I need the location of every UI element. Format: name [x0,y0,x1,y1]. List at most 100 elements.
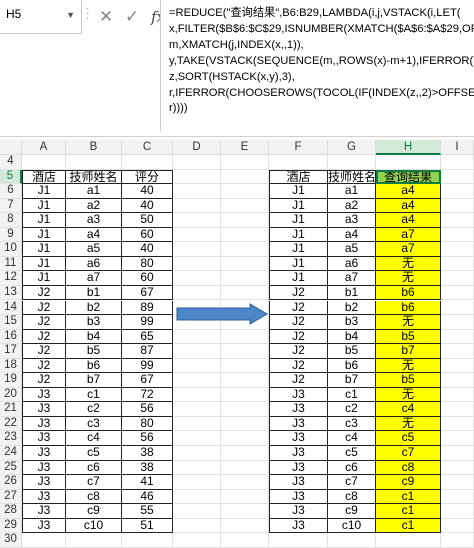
right-table-cell[interactable]: a5 [328,242,376,257]
column-header-f[interactable]: F [269,140,328,155]
left-table-cell[interactable]: 38 [122,460,173,476]
row-header-15[interactable]: 15 [0,315,22,330]
right-table-cell[interactable]: c2 [328,402,376,417]
right-table-cell[interactable]: J1 [269,242,328,257]
left-table-cell[interactable]: 67 [122,285,173,301]
left-table-cell[interactable]: J1 [22,271,66,286]
row-header-24[interactable]: 24 [0,446,22,461]
right-table-cell[interactable]: c7 [328,475,376,490]
right-table-cell[interactable]: J3 [269,431,328,446]
cell[interactable] [221,373,269,388]
column-header-b[interactable]: B [66,140,122,155]
left-table-cell[interactable]: a5 [66,242,122,257]
cell[interactable] [122,533,173,548]
left-table-cell[interactable]: J1 [22,213,66,228]
cell[interactable] [173,402,221,417]
row-header-19[interactable]: 19 [0,373,22,388]
left-table-cell[interactable]: J2 [22,315,66,330]
cell[interactable] [173,475,221,490]
cell[interactable] [173,285,221,301]
left-table-cell[interactable]: J3 [22,518,66,534]
left-table-cell[interactable]: 87 [122,344,173,359]
right-table-cell[interactable]: c1 [376,489,441,505]
cell[interactable] [221,155,269,170]
left-table-cell[interactable]: 99 [122,358,173,374]
left-table-cell[interactable]: b1 [66,285,122,301]
cell[interactable] [173,358,221,374]
cell[interactable] [173,227,221,243]
right-table-cell[interactable]: c4 [376,402,441,417]
left-table-cell[interactable]: J3 [22,387,66,403]
right-table-cell[interactable]: b5 [376,329,441,345]
left-table-cell[interactable]: 67 [122,373,173,388]
cell[interactable] [221,518,269,534]
cell[interactable] [221,271,269,286]
row-header-6[interactable]: 6 [0,184,22,199]
left-table-cell[interactable]: 56 [122,431,173,446]
right-table-cell[interactable]: c4 [328,431,376,446]
row-header-14[interactable]: 14 [0,300,22,316]
cell[interactable] [221,431,269,446]
column-header-d[interactable]: D [173,140,221,155]
cell[interactable] [221,358,269,374]
left-table-cell[interactable]: 72 [122,387,173,403]
cell[interactable] [173,431,221,446]
left-table-cell[interactable]: b3 [66,315,122,330]
cell[interactable] [441,315,474,330]
left-table-cell[interactable]: 46 [122,489,173,505]
right-table-cell[interactable]: a3 [328,213,376,228]
left-table-cell[interactable]: 56 [122,402,173,417]
right-table-cell[interactable]: a1 [328,184,376,199]
left-header-cell[interactable]: 技师姓名 [66,169,122,185]
cell[interactable] [173,446,221,461]
right-table-cell[interactable]: b6 [376,285,441,301]
right-table-cell[interactable]: c1 [328,387,376,403]
right-table-cell[interactable]: a7 [328,271,376,286]
cell[interactable] [441,504,474,519]
row-header-22[interactable]: 22 [0,416,22,432]
right-header-cell[interactable]: 酒店 [269,169,328,185]
left-header-cell[interactable]: 评分 [122,169,173,185]
cell[interactable] [441,489,474,505]
cell[interactable] [376,533,441,548]
cell[interactable] [66,155,122,170]
cell[interactable] [441,285,474,301]
left-table-cell[interactable]: J2 [22,329,66,345]
row-header-8[interactable]: 8 [0,213,22,228]
right-table-cell[interactable]: a2 [328,198,376,214]
right-table-cell[interactable]: c7 [376,446,441,461]
right-header-cell[interactable]: 技师姓名 [328,169,376,185]
left-table-cell[interactable]: b5 [66,344,122,359]
cell[interactable] [221,184,269,199]
right-table-cell[interactable]: 无 [376,416,441,432]
row-header-5[interactable]: 5 [0,169,22,185]
right-table-cell[interactable]: J1 [269,227,328,243]
cell[interactable] [22,155,66,170]
left-table-cell[interactable]: c3 [66,416,122,432]
left-table-cell[interactable]: c7 [66,475,122,490]
cancel-icon[interactable]: ✕ [96,7,116,27]
right-table-cell[interactable]: b7 [328,373,376,388]
cell[interactable] [441,518,474,534]
column-header-e[interactable]: E [221,140,269,155]
cell[interactable] [173,373,221,388]
left-table-cell[interactable]: c10 [66,518,122,534]
column-header-c[interactable]: C [122,140,173,155]
cell[interactable] [221,489,269,505]
cell[interactable] [173,518,221,534]
cell[interactable] [221,402,269,417]
left-table-cell[interactable]: a6 [66,256,122,272]
right-table-cell[interactable]: 无 [376,271,441,286]
left-table-cell[interactable]: c1 [66,387,122,403]
cell[interactable] [221,198,269,214]
select-all-corner[interactable] [0,140,22,155]
right-table-cell[interactable]: J1 [269,213,328,228]
right-table-cell[interactable]: 无 [376,387,441,403]
column-header-a[interactable]: A [22,140,66,155]
cell[interactable] [221,446,269,461]
column-header-h[interactable]: H [376,140,441,155]
cell[interactable] [441,213,474,228]
right-table-cell[interactable]: J1 [269,184,328,199]
row-header-16[interactable]: 16 [0,329,22,345]
cell[interactable] [441,155,474,170]
